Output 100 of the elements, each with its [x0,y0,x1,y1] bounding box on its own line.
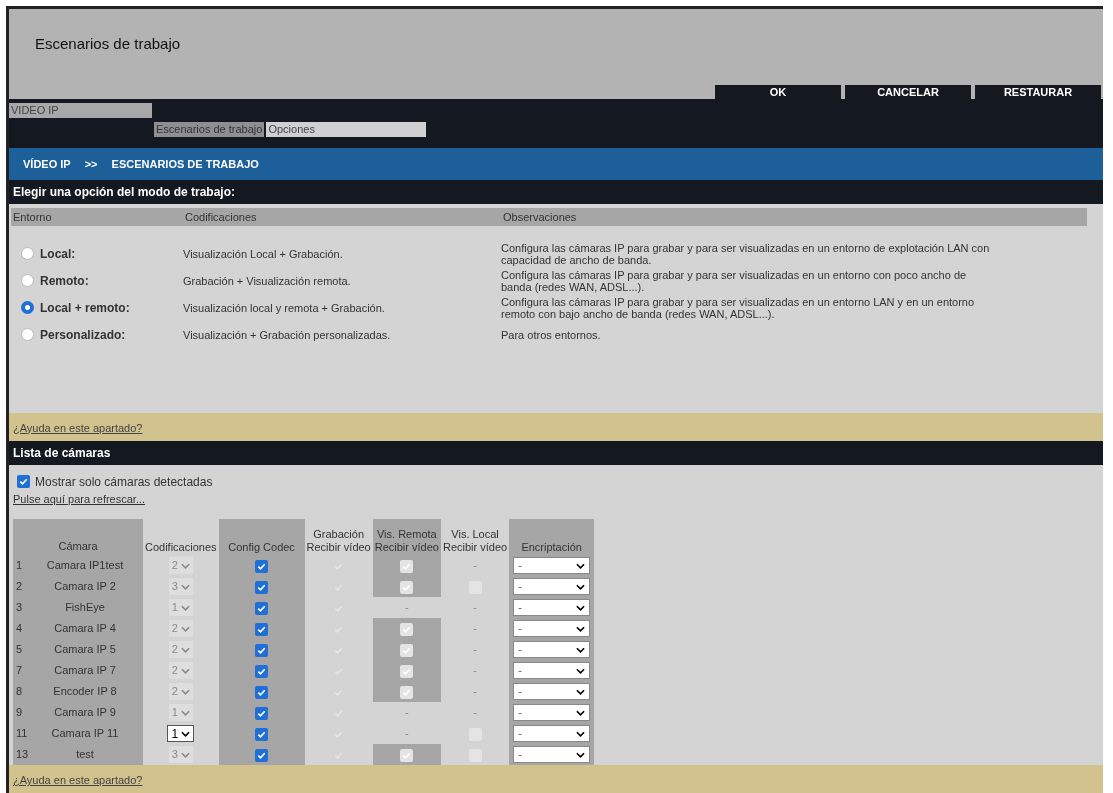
table-cell: Camara IP 9 [54,706,116,719]
checkbox[interactable] [17,475,30,488]
chevron-down-icon [180,667,190,674]
option-description: Configura las cámaras IP para grabar y para ser visualizadas en un entorno LAN y en un entorno remoto con bajo ancho de banda (redes WAN, ADSL...). [501,295,976,320]
section-header: Elegir una opción del modo de trabajo: [9,179,1103,204]
table-cell: Camara IP 4 [54,622,116,635]
checkbox[interactable] [400,685,414,699]
encryption-select[interactable]: - [513,704,591,721]
column-header: Encriptación [509,519,595,555]
action-button[interactable]: RESTAURAR [975,84,1101,99]
checkbox[interactable] [255,664,269,678]
encryption-select[interactable]: - [513,620,591,637]
checkbox[interactable] [255,685,269,699]
chevron-down-icon [576,646,586,653]
table-cell: - [473,601,477,614]
table-cell: - [405,727,409,740]
radio-button[interactable] [21,301,34,315]
encryption-select[interactable]: - [513,746,591,763]
help-link[interactable]: ¿Ayuda en este apartado? [13,421,143,434]
column-header: Cámara [13,519,143,555]
checkmark-icon [18,476,29,487]
table-cell: 9 [16,706,23,719]
table-cell: Camara IP 7 [54,664,116,677]
table-cell: - [473,559,477,572]
checkbox[interactable] [400,748,414,762]
column-header: Vis. Local Recibir vídeo [440,519,510,555]
encryption-select[interactable]: - [513,683,591,700]
checkbox[interactable] [255,580,269,594]
column-header: Vis. Remota Recibir vídeo [372,519,441,555]
table-cell: Camara IP 11 [51,727,119,740]
table-cell: - [473,706,477,719]
checkbox[interactable] [255,643,269,657]
page-title: Escenarios de trabajo [34,34,182,54]
breadcrumb-item[interactable]: VÍDEO IP [23,155,71,173]
chevron-down-icon [576,730,586,737]
table-cell: Camara IP 2 [54,580,116,593]
checkbox[interactable] [255,748,269,762]
encryption-select[interactable]: - [513,557,591,574]
column-header: Observaciones [502,209,578,225]
checkbox[interactable] [400,580,414,594]
checkbox[interactable] [255,622,269,636]
submenu-tab[interactable]: Escenarios de trabajo [154,121,265,137]
chevron-down-icon [180,604,190,611]
encryption-select[interactable]: - [513,725,591,742]
table-cell: - [405,601,409,614]
encryption-select[interactable]: - [513,578,591,595]
action-button[interactable]: OK [715,84,841,99]
table-cell: - [473,664,477,677]
codec-description: Grabación + Visualización remota. [183,273,352,289]
table-cell: - [473,685,477,698]
chevron-down-icon [180,562,190,569]
codec-select[interactable]: 1 [167,725,195,742]
submenu-tab[interactable]: Opciones [266,121,427,137]
chevron-down-icon [180,751,190,758]
table-cell: 4 [16,622,23,635]
checkbox[interactable] [255,559,269,573]
action-button[interactable]: CANCELAR [845,84,971,99]
table-cell: - [473,622,477,635]
refresh-link[interactable]: Pulse aquí para refrescar... [13,492,146,505]
chevron-down-icon [576,751,586,758]
column-header: Codificaciones [184,209,258,225]
chevron-down-icon [576,583,586,590]
option-label: Local: [40,245,76,263]
checkbox[interactable] [255,601,269,615]
checkbox[interactable] [400,622,414,636]
encryption-select[interactable]: - [513,641,591,658]
chevron-down-icon [576,625,586,632]
option-label: Personalizado: [40,326,126,344]
radio-button[interactable] [21,328,34,342]
breadcrumb-item[interactable]: ESCENARIOS DE TRABAJO [111,155,259,173]
table-cell: FishEye [65,601,105,614]
codec-description: Visualización + Grabación personalizadas. [183,327,392,343]
codec-description: Visualización local y remota + Grabación. [183,300,386,316]
chevron-down-icon [180,688,190,695]
checkbox[interactable] [255,727,269,741]
table-cell: test [76,748,94,761]
menu-item[interactable]: VIDEO IP [9,102,152,118]
table-cell: 7 [16,664,23,677]
checkbox[interactable] [400,559,414,573]
encryption-select[interactable]: - [513,599,591,616]
column-header: Grabación Recibir vídeo [304,519,373,555]
chevron-down-icon [576,667,586,674]
radio-button[interactable] [21,274,34,288]
radio-button[interactable] [21,247,34,261]
checkbox[interactable] [400,664,414,678]
chevron-down-icon [576,604,586,611]
table-cell: - [473,643,477,656]
chevron-down-icon [180,625,190,632]
help-link[interactable]: ¿Ayuda en este apartado? [13,774,143,786]
checkbox[interactable] [400,643,414,657]
chevron-down-icon [576,688,586,695]
checkbox[interactable] [255,706,269,720]
chevron-down-icon [181,730,191,737]
option-label: Local + remoto: [40,299,130,317]
chevron-down-icon [180,583,190,590]
table-cell: Encoder IP 8 [53,685,117,698]
encryption-select[interactable]: - [513,662,591,679]
table-cell: 11 [16,727,28,740]
chevron-down-icon [180,709,190,716]
table-cell: 13 [16,748,29,761]
